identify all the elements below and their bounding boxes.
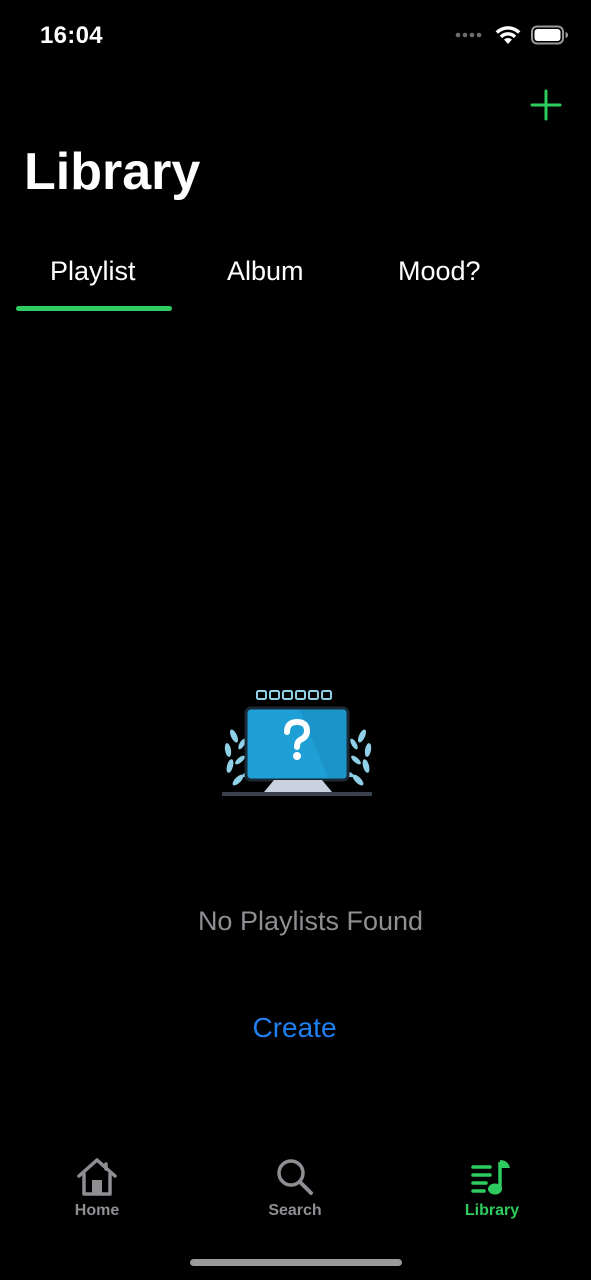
- tabbar-item-search[interactable]: Search: [235, 1150, 355, 1220]
- empty-state-message: No Playlists Found: [197, 906, 424, 936]
- add-button[interactable]: [529, 88, 563, 122]
- bottom-tab-bar: Home Search Library: [0, 1150, 591, 1230]
- home-icon: [77, 1158, 117, 1196]
- tabbar-item-library[interactable]: Library: [432, 1150, 552, 1220]
- tab-playlist[interactable]: Playlist: [50, 256, 136, 287]
- home-indicator: [190, 1259, 402, 1266]
- status-bar: 16:04: [0, 0, 591, 72]
- tabbar-label-search: Search: [268, 1202, 322, 1219]
- monitor-question-icon: [222, 690, 372, 796]
- empty-state-illustration: [220, 688, 376, 800]
- battery-icon: [531, 25, 568, 45]
- tabbar-label-home: Home: [74, 1202, 120, 1219]
- page-title: Library: [24, 143, 201, 201]
- status-icons: [455, 25, 569, 45]
- tab-mood[interactable]: Mood?: [398, 256, 481, 287]
- library-tabs: Playlist Album Mood?: [0, 242, 591, 314]
- tabbar-item-home[interactable]: Home: [37, 1150, 157, 1220]
- signal-dots-icon: [455, 32, 482, 38]
- plus-icon: [530, 89, 562, 121]
- status-time: 16:04: [40, 22, 103, 49]
- tabbar-label-library: Library: [464, 1202, 520, 1219]
- music-library-icon: [471, 1160, 510, 1195]
- tab-album[interactable]: Album: [227, 256, 304, 287]
- tab-selected-indicator: [16, 306, 172, 311]
- create-playlist-button[interactable]: Create: [0, 1012, 589, 1044]
- search-icon: [277, 1159, 313, 1195]
- wifi-icon: [495, 26, 521, 44]
